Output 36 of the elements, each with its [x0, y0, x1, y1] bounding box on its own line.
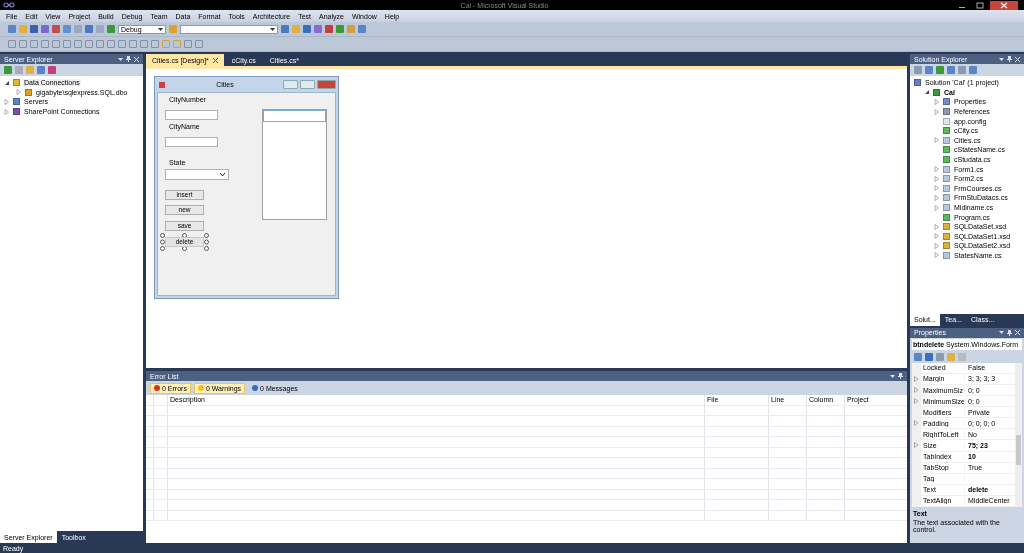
server-icon [13, 98, 20, 106]
platform-dropdown[interactable] [180, 24, 278, 34]
error-icon [154, 385, 160, 391]
dropdown-arrow-icon[interactable] [999, 57, 1004, 61]
expander-icon[interactable] [924, 89, 930, 96]
close-icon[interactable] [212, 57, 218, 63]
dropdown-arrow-icon[interactable] [118, 57, 123, 61]
solution-icon [914, 79, 921, 87]
dropdown-arrow-icon [158, 27, 163, 31]
dropdown-arrow-icon [270, 27, 275, 31]
close-icon[interactable] [990, 0, 1018, 10]
project-icon [933, 88, 940, 96]
pin-icon[interactable] [126, 56, 131, 62]
maximize-icon [300, 80, 315, 89]
text-box[interactable] [165, 110, 218, 120]
pin-icon[interactable] [898, 373, 903, 379]
file-icon [943, 213, 950, 221]
pin-icon[interactable] [1007, 329, 1012, 336]
minimize-icon [283, 80, 298, 89]
scrollbar[interactable] [1015, 362, 1022, 507]
dropdown-arrow-icon[interactable] [890, 374, 895, 378]
list-box[interactable] [262, 109, 327, 220]
grid-icon [13, 108, 20, 116]
combo-box[interactable] [165, 169, 229, 180]
selection-handles[interactable] [160, 233, 209, 251]
form-icon [159, 81, 165, 88]
infinity-icon [3, 2, 15, 8]
dropdown-arrow-icon[interactable] [999, 331, 1004, 335]
info-icon [252, 385, 259, 391]
expander-icon[interactable] [4, 79, 10, 86]
pin-icon[interactable] [1007, 56, 1012, 62]
form-icon [943, 136, 950, 144]
close-icon [317, 80, 336, 89]
text-box[interactable] [165, 137, 218, 147]
warning-icon [197, 385, 204, 391]
form-icon [943, 252, 950, 259]
